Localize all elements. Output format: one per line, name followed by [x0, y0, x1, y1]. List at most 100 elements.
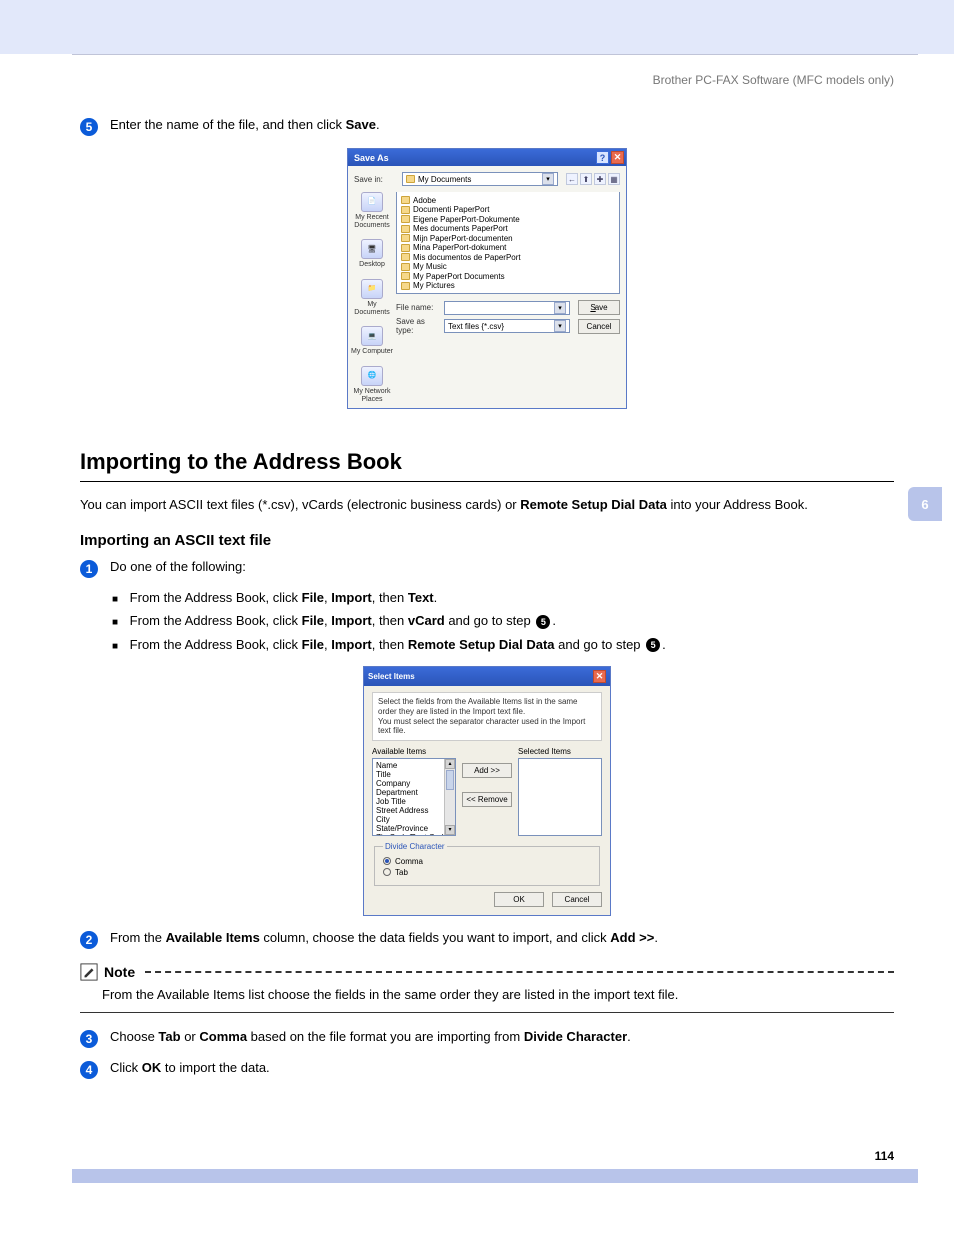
- radio-tab[interactable]: Tab: [383, 868, 591, 877]
- folder-item[interactable]: Eigene PaperPort-Dokumente: [413, 215, 520, 224]
- subsection-title: Importing an ASCII text file: [80, 532, 894, 549]
- bullet-remote: From the Address Book, click File, Impor…: [112, 637, 894, 653]
- chevron-down-icon[interactable]: ▾: [542, 173, 554, 185]
- chevron-down-icon[interactable]: ▾: [554, 302, 566, 314]
- place-network[interactable]: 🌐My Network Places: [350, 366, 394, 403]
- folder-item[interactable]: Adobe: [413, 196, 436, 205]
- save-as-dialog: Save As ? ✕ Save in: My Documents ▾ ← ⬆ …: [347, 148, 627, 409]
- divide-character-group: Divide Character Comma Tab: [374, 842, 600, 886]
- step-1: 1 Do one of the following:: [80, 559, 894, 578]
- note-divider: [145, 971, 894, 973]
- instructions: Select the fields from the Available Ite…: [372, 692, 602, 740]
- scroll-thumb[interactable]: [446, 770, 454, 790]
- chevron-down-icon[interactable]: ▾: [554, 320, 566, 332]
- scrollbar[interactable]: ▴ ▾: [444, 759, 455, 835]
- step-3-text: Choose Tab or Comma based on the file fo…: [110, 1029, 631, 1044]
- list-item[interactable]: City: [376, 815, 452, 824]
- step-badge-5: 5: [80, 118, 98, 136]
- folder-item[interactable]: Documenti PaperPort: [413, 205, 489, 214]
- places-bar: 📄My Recent Documents 🖥Desktop 📁My Docume…: [348, 188, 396, 408]
- filename-input[interactable]: ▾: [444, 301, 570, 315]
- back-icon[interactable]: ←: [566, 173, 578, 185]
- place-desktop[interactable]: 🖥Desktop: [359, 239, 385, 269]
- bullet-list: From the Address Book, click File, Impor…: [112, 590, 894, 652]
- list-item[interactable]: Company: [376, 779, 452, 788]
- folder-item[interactable]: Mes documents PaperPort: [413, 224, 508, 233]
- list-item[interactable]: State/Province: [376, 824, 452, 833]
- folder-item[interactable]: Mina PaperPort-dokument: [413, 243, 506, 252]
- section-title: Importing to the Address Book: [80, 449, 894, 482]
- scroll-down-icon[interactable]: ▾: [445, 825, 455, 835]
- save-in-select[interactable]: My Documents ▾: [402, 172, 558, 186]
- step-4-text: Click OK to import the data.: [110, 1060, 270, 1075]
- list-item[interactable]: Department: [376, 788, 452, 797]
- step-badge-1: 1: [80, 560, 98, 578]
- save-in-value: My Documents: [418, 175, 471, 184]
- page-number: 114: [0, 1149, 894, 1163]
- place-documents[interactable]: 📁My Documents: [350, 279, 394, 316]
- chapter-tab: 6: [908, 487, 942, 521]
- close-icon[interactable]: ✕: [611, 151, 624, 164]
- available-list[interactable]: Name Title Company Department Job Title …: [372, 758, 456, 836]
- list-item[interactable]: Title: [376, 770, 452, 779]
- note-bottom-rule: [80, 1012, 894, 1013]
- pencil-icon: [80, 963, 98, 981]
- step-4: 4 Click OK to import the data.: [80, 1060, 894, 1079]
- place-recent[interactable]: 📄My Recent Documents: [350, 192, 394, 229]
- list-item[interactable]: Zip Code/Post Code: [376, 833, 452, 836]
- scroll-up-icon[interactable]: ▴: [445, 759, 455, 769]
- place-computer[interactable]: 💻My Computer: [351, 326, 393, 356]
- step-badge-2: 2: [80, 931, 98, 949]
- help-icon[interactable]: ?: [596, 151, 609, 164]
- remove-button[interactable]: << Remove: [462, 792, 512, 807]
- savetype-select[interactable]: Text files {*.csv}▾: [444, 319, 570, 333]
- selected-list[interactable]: [518, 758, 602, 836]
- list-item[interactable]: Job Title: [376, 797, 452, 806]
- ok-button[interactable]: OK: [494, 892, 544, 907]
- step-3: 3 Choose Tab or Comma based on the file …: [80, 1029, 894, 1048]
- step-2-text: From the Available Items column, choose …: [110, 930, 658, 945]
- note-label: Note: [104, 964, 135, 980]
- save-button[interactable]: Save: [578, 300, 620, 315]
- save-in-row: Save in: My Documents ▾ ← ⬆ ✚ ▦: [354, 172, 620, 186]
- dialog-title: Select Items: [368, 672, 415, 681]
- list-item[interactable]: Name: [376, 761, 452, 770]
- step-1-text: Do one of the following:: [110, 559, 246, 574]
- intro-paragraph: You can import ASCII text files (*.csv),…: [80, 496, 894, 515]
- step-badge-4: 4: [80, 1061, 98, 1079]
- fieldset-legend: Divide Character: [383, 842, 447, 851]
- list-item[interactable]: Street Address: [376, 806, 452, 815]
- select-items-dialog: Select Items ✕ Select the fields from th…: [363, 666, 611, 915]
- folder-item[interactable]: My Pictures: [413, 281, 455, 290]
- selected-label: Selected Items: [518, 747, 602, 756]
- folder-icon: [406, 175, 415, 183]
- bullet-vcard: From the Address Book, click File, Impor…: [112, 613, 894, 629]
- available-label: Available Items: [372, 747, 456, 756]
- close-icon[interactable]: ✕: [593, 670, 606, 683]
- add-button[interactable]: Add >>: [462, 763, 512, 778]
- step-2: 2 From the Available Items column, choos…: [80, 930, 894, 949]
- step-ref-5: 5: [536, 615, 550, 629]
- cancel-button[interactable]: Cancel: [578, 319, 620, 334]
- radio-comma[interactable]: Comma: [383, 857, 591, 866]
- top-band: [0, 0, 954, 54]
- folder-list[interactable]: Adobe Documenti PaperPort Eigene PaperPo…: [396, 192, 620, 294]
- cancel-button[interactable]: Cancel: [552, 892, 602, 907]
- step-badge-3: 3: [80, 1030, 98, 1048]
- step-5-bold: Save: [346, 117, 376, 132]
- folder-item[interactable]: My PaperPort Documents: [413, 272, 505, 281]
- folder-item[interactable]: Mijn PaperPort-documenten: [413, 234, 513, 243]
- footer-band: [72, 1169, 918, 1183]
- new-folder-icon[interactable]: ✚: [594, 173, 606, 185]
- radio-icon: [383, 857, 391, 865]
- step-5-text: Enter the name of the file, and then cli…: [110, 117, 380, 132]
- dialog-titlebar: Select Items ✕: [364, 667, 610, 686]
- up-icon[interactable]: ⬆: [580, 173, 592, 185]
- views-icon[interactable]: ▦: [608, 173, 620, 185]
- folder-item[interactable]: Mis documentos de PaperPort: [413, 253, 521, 262]
- dialog-title: Save As: [354, 153, 389, 163]
- folder-item[interactable]: My Music: [413, 262, 447, 271]
- filename-label: File name:: [396, 303, 440, 312]
- savetype-label: Save as type:: [396, 317, 440, 335]
- note-body: From the Available Items list choose the…: [102, 987, 894, 1002]
